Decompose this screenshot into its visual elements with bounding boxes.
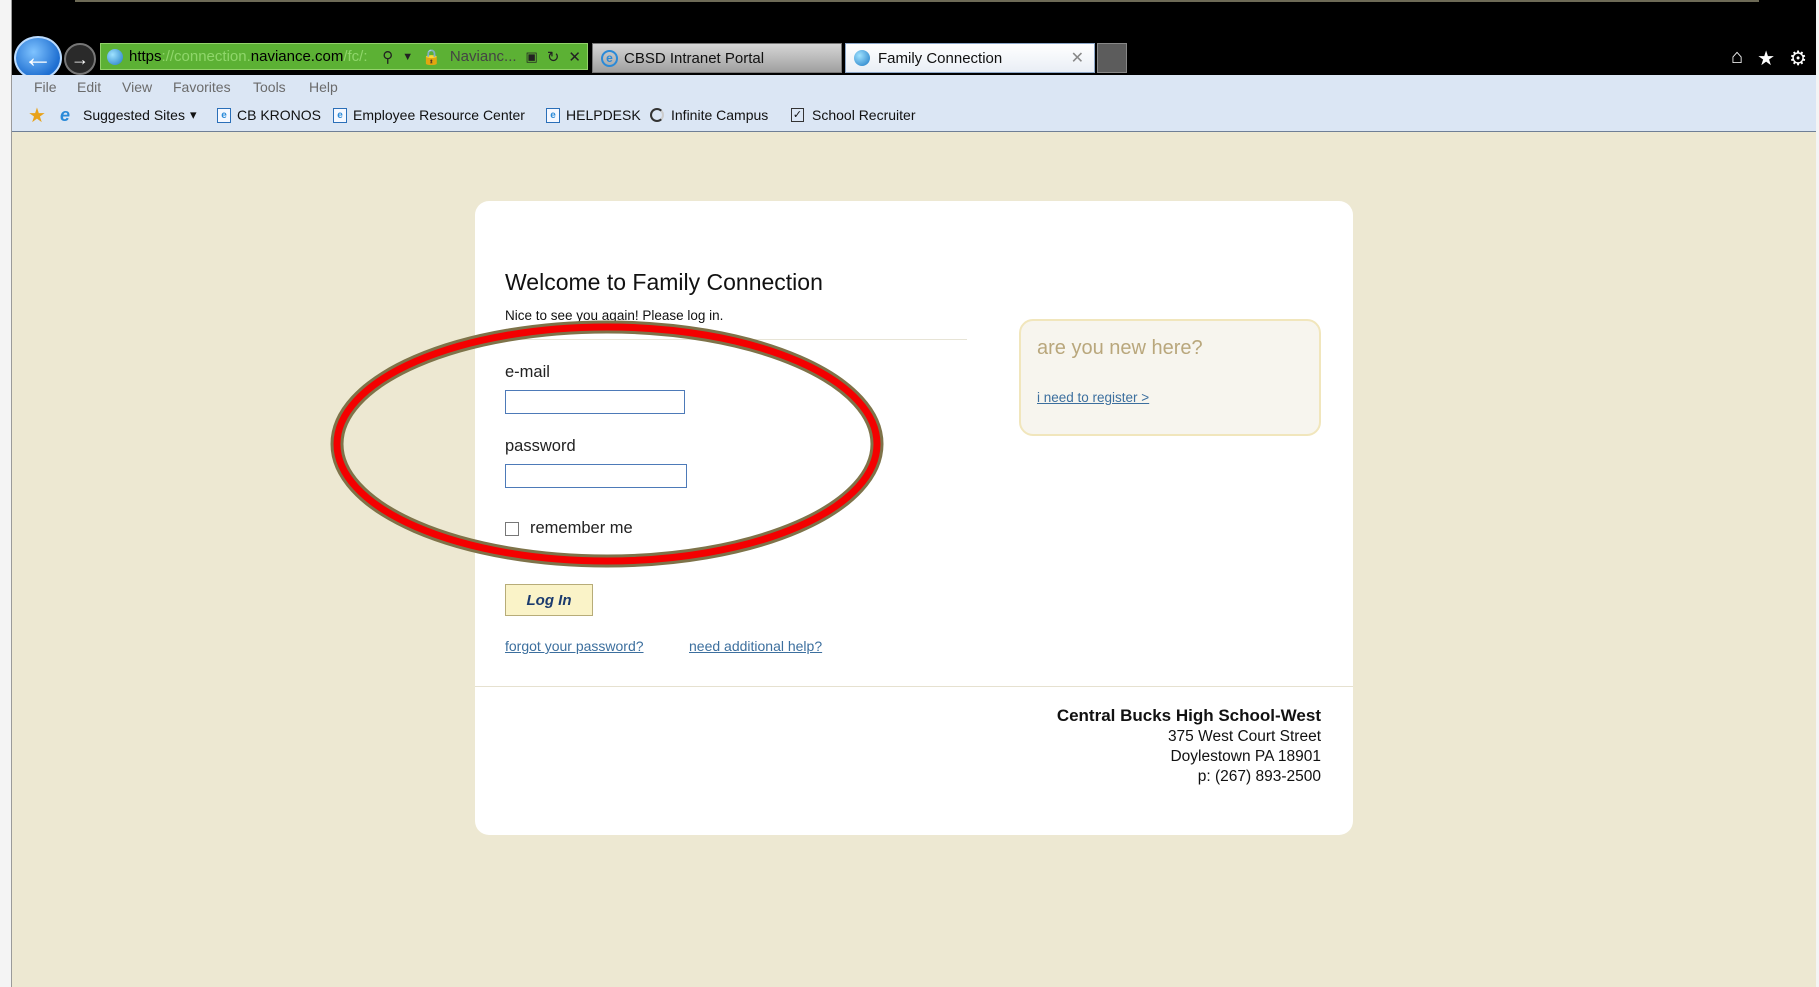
new-user-title: are you new here?: [1037, 337, 1203, 359]
tab-family-connection[interactable]: Family Connection ✕: [845, 43, 1095, 73]
menu-bar: File Edit View Favorites Tools Help: [12, 75, 1816, 100]
login-card: Welcome to Family Connection Nice to see…: [475, 201, 1353, 835]
browser-titlebar: ← → https://connection. naviance.com/fc/:…: [0, 0, 1819, 80]
fav-label: Suggested Sites: [83, 107, 185, 123]
forward-arrow-icon: →: [71, 48, 89, 69]
compatibility-icon[interactable]: ▣: [526, 49, 538, 65]
fav-employee-resource-center[interactable]: e Employee Resource Center: [333, 107, 525, 123]
remember-me-checkbox[interactable]: [505, 521, 519, 536]
page-title: Welcome to Family Connection: [505, 269, 823, 295]
fav-school-recruiter[interactable]: ✓ School Recruiter: [791, 107, 916, 123]
tab-label: Family Connection: [878, 49, 1003, 67]
fav-helpdesk[interactable]: e HELPDESK: [546, 107, 641, 123]
dropdown-icon[interactable]: ▼: [402, 51, 413, 63]
url-subdomain: ://connection.: [161, 48, 251, 65]
close-tab-icon[interactable]: ✕: [1071, 48, 1084, 68]
page-icon: e: [333, 107, 347, 123]
fav-infinite-campus[interactable]: Infinite Campus: [650, 107, 768, 123]
email-label: e-mail: [505, 363, 550, 381]
lock-icon[interactable]: 🔒: [422, 48, 441, 66]
school-city: Doylestown PA 18901: [1170, 748, 1321, 765]
need-help-link[interactable]: need additional help?: [689, 638, 822, 654]
forgot-password-link[interactable]: forgot your password?: [505, 638, 644, 654]
url-host: naviance.com: [250, 48, 344, 65]
school-street: 375 West Court Street: [1167, 728, 1321, 745]
school-name: Central Bucks High School-West: [1056, 706, 1321, 725]
divider: [505, 339, 967, 340]
forward-button[interactable]: →: [64, 43, 96, 75]
tab-cbsd-intranet[interactable]: e CBSD Intranet Portal: [592, 43, 842, 73]
loading-circle-icon: [650, 108, 664, 122]
settings-gear-icon[interactable]: ⚙: [1789, 46, 1807, 71]
menu-tools[interactable]: Tools: [253, 79, 286, 95]
refresh-icon[interactable]: ↻: [547, 48, 560, 66]
new-user-box: are you new here? i need to register >: [1019, 319, 1321, 436]
menu-favorites[interactable]: Favorites: [173, 79, 231, 95]
remember-me-row[interactable]: remember me: [505, 519, 633, 538]
register-link[interactable]: i need to register >: [1037, 390, 1149, 405]
fav-label: Employee Resource Center: [353, 107, 525, 123]
back-arrow-icon: ←: [23, 41, 53, 74]
new-tab-button[interactable]: [1097, 43, 1127, 73]
add-favorite-star-icon[interactable]: ★: [28, 103, 46, 128]
menu-file[interactable]: File: [34, 79, 57, 95]
url-scheme: https: [129, 48, 162, 65]
page-icon: e: [217, 107, 231, 123]
search-icon[interactable]: ⚲: [382, 48, 393, 66]
ie-page-icon: e: [601, 49, 618, 67]
login-button[interactable]: Log In: [505, 584, 593, 616]
site-identity-label[interactable]: Navianc...: [450, 48, 517, 65]
favorites-star-icon[interactable]: ★: [1757, 46, 1775, 71]
ie-icon: e: [60, 105, 71, 125]
chevron-down-icon: ▾: [189, 107, 197, 122]
menu-edit[interactable]: Edit: [77, 79, 101, 95]
fav-cb-kronos[interactable]: e CB KRONOS: [217, 107, 321, 123]
school-address-block: Central Bucks High School-West 375 West …: [1057, 706, 1321, 787]
checkbox-icon: ✓: [791, 108, 804, 122]
password-label: password: [505, 437, 576, 455]
window-left-edge: [0, 0, 12, 987]
password-field[interactable]: [505, 464, 687, 488]
address-bar[interactable]: https://connection. naviance.com/fc/: ⚲ ▼…: [100, 43, 588, 70]
fav-label: CB KRONOS: [237, 107, 322, 123]
fav-label: Infinite Campus: [671, 107, 769, 123]
fav-label: HELPDESK: [566, 107, 641, 123]
menu-help[interactable]: Help: [309, 79, 338, 95]
site-globe-icon: [854, 50, 870, 66]
remember-me-label: remember me: [530, 519, 633, 537]
fav-label: School Recruiter: [812, 107, 916, 123]
url-path: /fc/:: [343, 48, 368, 65]
email-field[interactable]: [505, 390, 685, 414]
back-button[interactable]: ←: [14, 36, 62, 80]
tab-label: CBSD Intranet Portal: [624, 49, 765, 67]
page-icon: e: [546, 107, 560, 123]
footer-divider: [475, 686, 1353, 687]
home-icon[interactable]: ⌂: [1731, 46, 1743, 71]
stop-icon[interactable]: ✕: [568, 48, 581, 66]
page-subtitle: Nice to see you again! Please log in.: [505, 308, 724, 323]
menu-view[interactable]: View: [122, 79, 152, 95]
site-globe-icon: [107, 48, 123, 65]
favorites-bar: ★ e Suggested Sites ▾ e CB KRONOS e Empl…: [12, 100, 1816, 132]
school-phone: p: (267) 893-2500: [1197, 768, 1321, 785]
fav-suggested-sites[interactable]: e Suggested Sites ▾: [60, 105, 197, 125]
